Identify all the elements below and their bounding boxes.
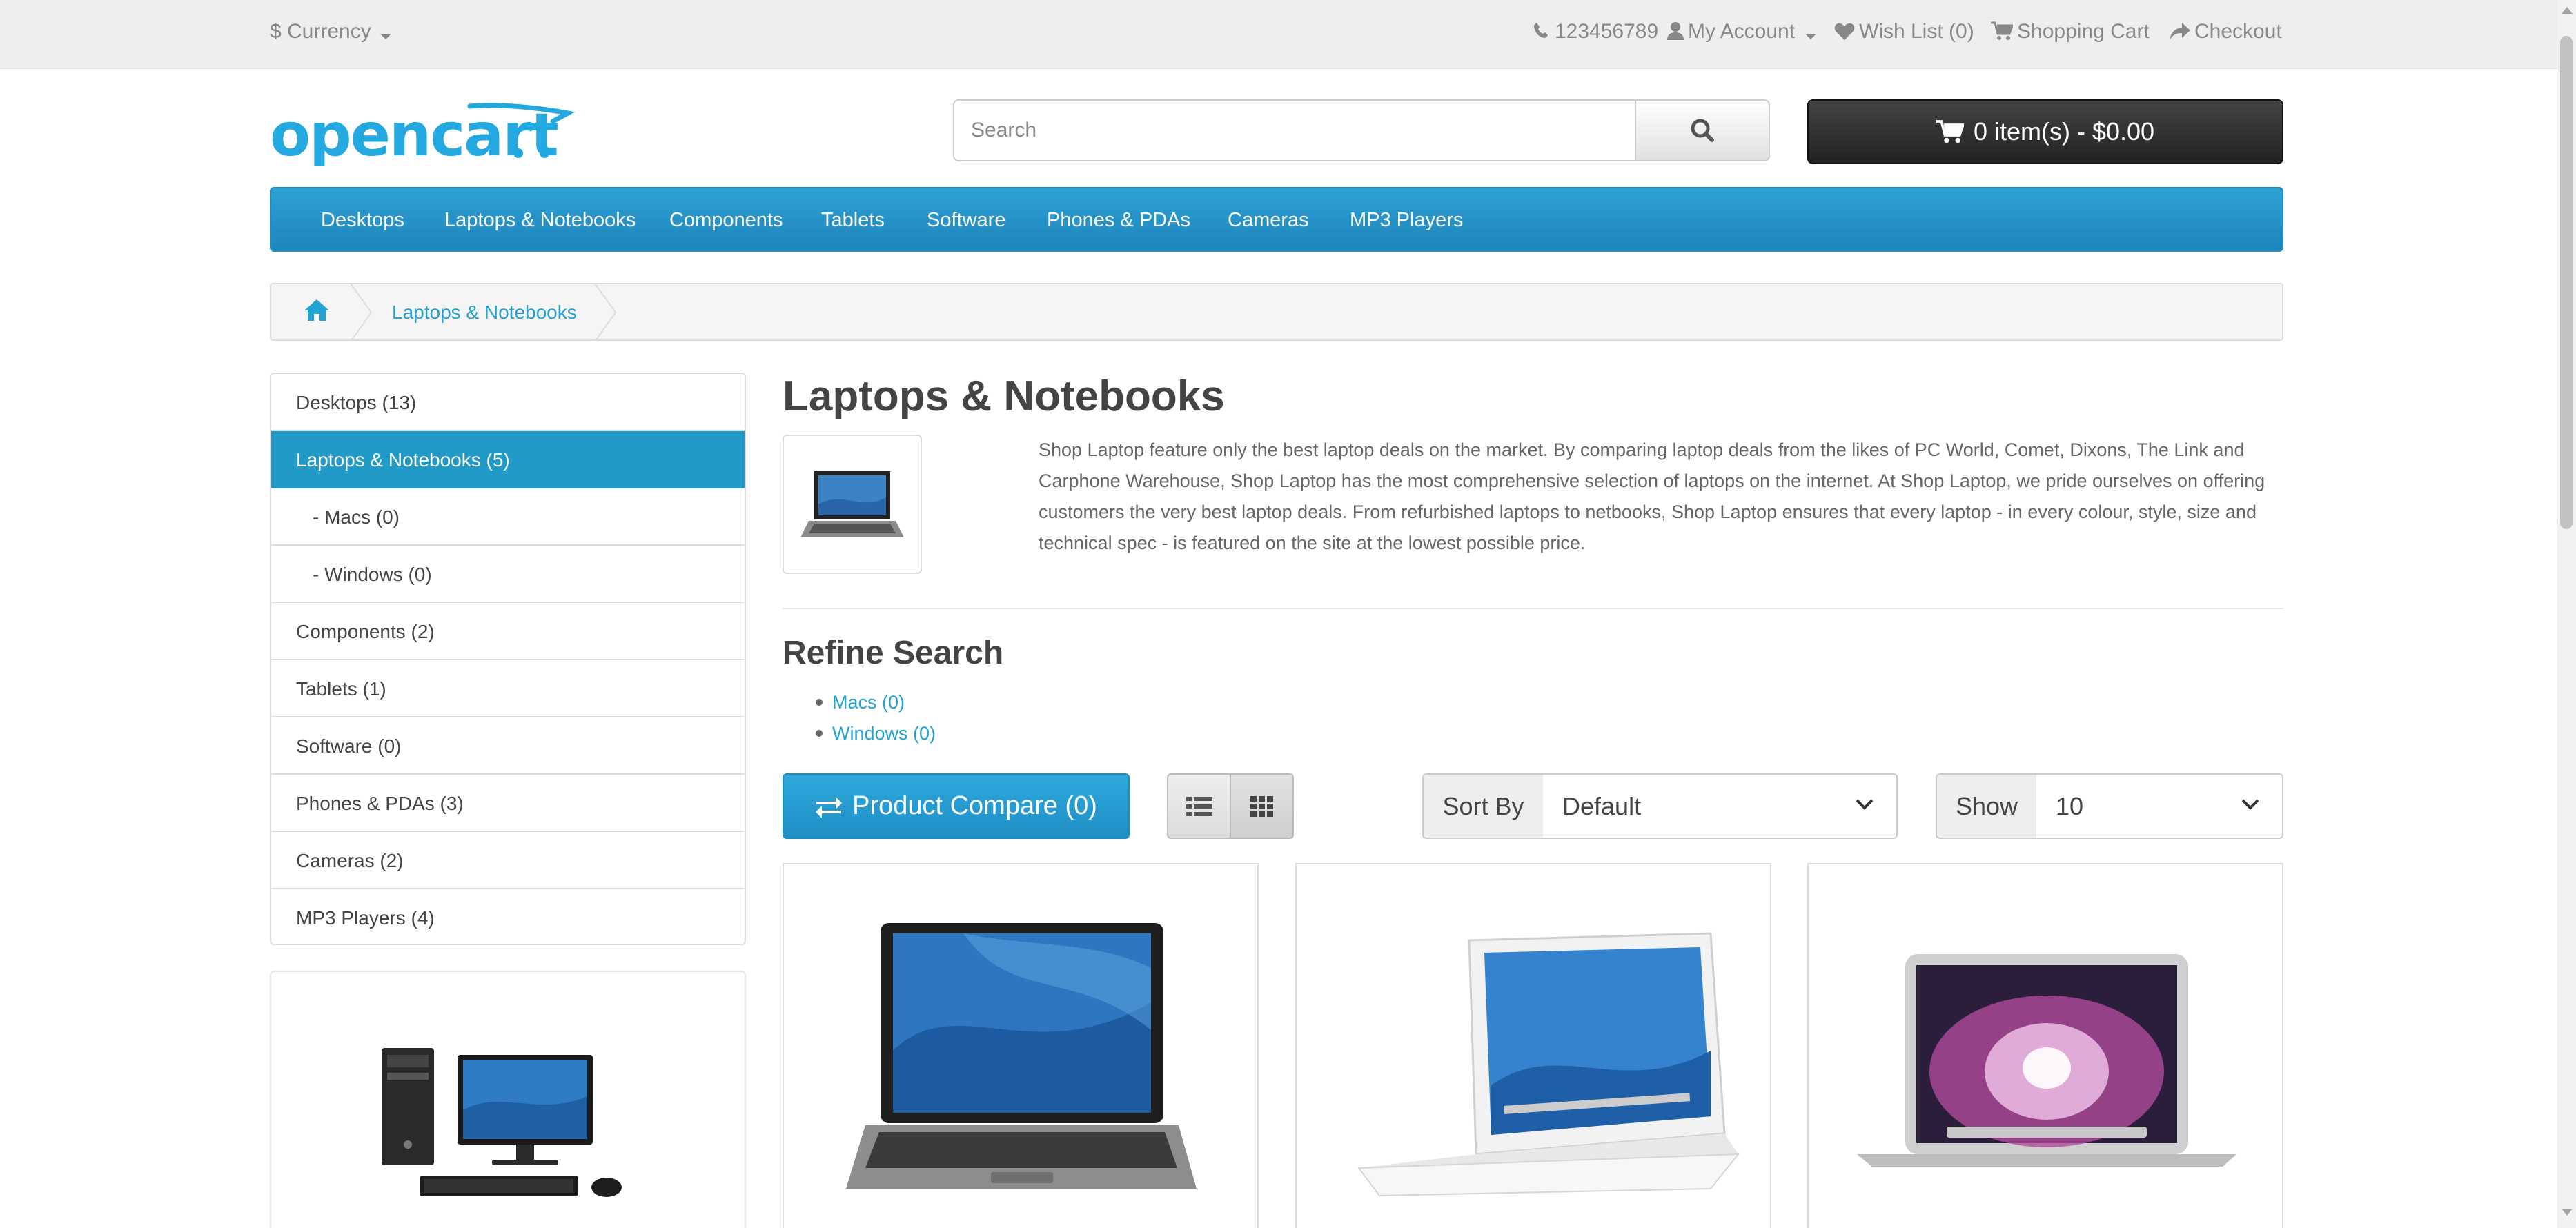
search-input[interactable] [953, 99, 1636, 161]
shopping-cart-label: Shopping Cart [2017, 20, 2150, 43]
menu-item-software[interactable]: Software [927, 207, 1005, 233]
refine-search-heading: Refine Search [783, 635, 1004, 671]
category-item-software[interactable]: Software (0) [271, 717, 745, 775]
exchange-icon [816, 796, 843, 818]
product-compare-button[interactable]: Product Compare (0) [783, 773, 1130, 839]
breadcrumb-home[interactable] [304, 298, 330, 325]
search-icon [1691, 119, 1714, 142]
list-view-button[interactable] [1167, 773, 1231, 839]
category-item-laptops-notebooks[interactable]: Laptops & Notebooks (5) [271, 431, 745, 488]
menu-item-phones-pdas[interactable]: Phones & PDAs [1047, 207, 1190, 233]
bullet [816, 730, 823, 737]
sort-by-label: Sort By [1422, 773, 1544, 839]
hp-laptop-image [846, 923, 1197, 1189]
my-account-dropdown[interactable]: My Account [1667, 18, 1821, 46]
breadcrumb: Laptops & Notebooks [270, 283, 2283, 341]
show-limit-select[interactable]: 10 [2036, 773, 2283, 839]
chevron-down-icon [2241, 799, 2259, 810]
grid-icon [1250, 795, 1273, 817]
show-limit-value: 10 [2056, 792, 2084, 820]
currency-dropdown[interactable]: $ Currency [270, 18, 396, 46]
show-label: Show [1936, 773, 2038, 839]
phone-icon [1534, 23, 1548, 38]
menu-item-cameras[interactable]: Cameras [1228, 207, 1309, 233]
list-icon [1186, 796, 1212, 816]
menu-item-mp3-players[interactable]: MP3 Players [1350, 207, 1463, 233]
sort-by-value: Default [1562, 792, 1642, 820]
checkout-link[interactable]: Checkout [2170, 18, 2282, 46]
laptop-thumbnail-image [800, 471, 904, 537]
caret-down-icon [1805, 34, 1817, 39]
phone-number: 123456789 [1555, 20, 1659, 43]
white-macbook-image [1357, 932, 1740, 1197]
macbook-air-image [1857, 954, 2236, 1167]
scrollbar-thumb[interactable] [2560, 36, 2573, 529]
sort-by-select[interactable]: Default [1543, 773, 1898, 839]
breadcrumb-separator [594, 284, 617, 339]
product-card[interactable] [1807, 863, 2283, 1228]
cart-icon [1936, 120, 1964, 143]
top-bar: $ Currency 123456789 My Account Wish Lis… [0, 0, 2557, 69]
breadcrumb-item-laptops-notebooks[interactable]: Laptops & Notebooks [392, 299, 577, 326]
heart-icon [1834, 23, 1855, 40]
opencart-logo[interactable]: opencart [270, 97, 580, 170]
currency-label: $ Currency [270, 20, 371, 43]
category-item-desktops[interactable]: Desktops (13) [271, 374, 745, 431]
search-button[interactable] [1635, 99, 1770, 161]
menu-item-desktops[interactable]: Desktops [321, 207, 404, 233]
main-menu: Desktops Laptops & Notebooks Components … [270, 187, 2283, 252]
menu-item-components[interactable]: Components [669, 207, 783, 233]
bullet [816, 699, 823, 706]
category-thumbnail [783, 435, 922, 574]
divider [783, 608, 2284, 609]
category-item-phones-pdas[interactable]: Phones & PDAs (3) [271, 775, 745, 832]
category-item-macs[interactable]: - Macs (0) [271, 488, 745, 546]
menu-item-tablets[interactable]: Tablets [821, 207, 885, 233]
cart-icon [1991, 21, 2014, 40]
desktop-computer-illustration [382, 1048, 622, 1197]
user-icon [1667, 22, 1684, 40]
my-account-label: My Account [1688, 20, 1796, 43]
category-item-cameras[interactable]: Cameras (2) [271, 832, 745, 889]
cart-total-label: 0 item(s) - $0.00 [1973, 117, 2155, 146]
share-icon [2170, 23, 2190, 40]
category-item-components[interactable]: Components (2) [271, 603, 745, 660]
scroll-down-arrow-icon[interactable] [2561, 1207, 2573, 1217]
category-description: Shop Laptop feature only the best laptop… [1039, 439, 2265, 553]
category-item-mp3-players[interactable]: MP3 Players (4) [271, 889, 745, 944]
checkout-label: Checkout [2194, 20, 2282, 43]
wish-list-label: Wish List (0) [1859, 20, 1974, 43]
shopping-cart-link[interactable]: Shopping Cart [1991, 18, 2150, 46]
wish-list-link[interactable]: Wish List (0) [1834, 18, 1974, 46]
page-title: Laptops & Notebooks [783, 373, 1225, 420]
cart-dropdown-button[interactable]: 0 item(s) - $0.00 [1807, 99, 2283, 164]
home-icon [304, 299, 329, 321]
caret-down-icon [380, 34, 392, 39]
grid-view-button[interactable] [1230, 773, 1294, 839]
desktop-banner-image[interactable] [270, 971, 746, 1228]
chevron-down-icon [1856, 799, 1874, 810]
refine-link-macs[interactable]: Macs (0) [832, 690, 905, 715]
product-card[interactable] [783, 863, 1259, 1228]
category-list: Desktops (13) Laptops & Notebooks (5) - … [270, 373, 746, 945]
breadcrumb-separator [350, 284, 373, 339]
category-item-tablets[interactable]: Tablets (1) [271, 660, 745, 717]
refine-link-windows[interactable]: Windows (0) [832, 721, 936, 746]
product-compare-label: Product Compare (0) [852, 791, 1097, 820]
menu-item-laptops-notebooks[interactable]: Laptops & Notebooks [444, 207, 636, 233]
category-item-windows[interactable]: - Windows (0) [271, 546, 745, 603]
phone-link[interactable]: 123456789 [1533, 18, 1658, 46]
scroll-up-arrow-icon[interactable] [2561, 6, 2573, 15]
product-card[interactable] [1295, 863, 1771, 1228]
